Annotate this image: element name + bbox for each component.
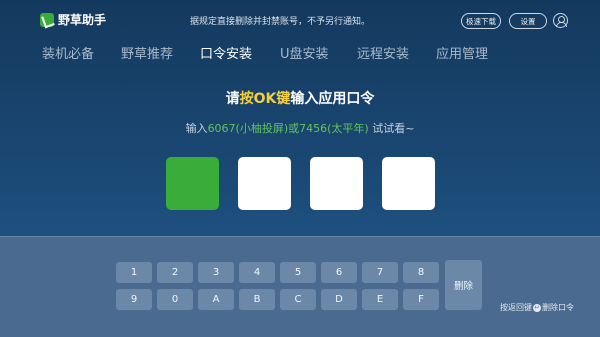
keypad: 1 2 3 4 5 6 7 8 9 0 A B C D E F 删除 按返回键 ↩… (0, 236, 600, 337)
page-title: 请按OK键输入应用口令 (0, 88, 600, 108)
back-hint-suffix: 删除口令 (542, 303, 574, 312)
key-b[interactable]: B (239, 289, 275, 310)
nav-item-app-manage[interactable]: 应用管理 (436, 43, 488, 62)
code-slot-1 (166, 157, 219, 210)
download-button[interactable]: 极速下载 (461, 13, 501, 29)
code-slot-2 (238, 157, 291, 210)
main-nav: 装机必备 野草推荐 口令安装 U盘安装 远程安装 应用管理 (0, 43, 600, 63)
input-hint: 输入6067(小柚投屏)或7456(太平年) 试试看~ (0, 120, 600, 136)
nav-item-recommend[interactable]: 野草推荐 (121, 43, 173, 62)
hint-example: 6067(小柚投屏)或7456(太平年) (207, 122, 369, 135)
top-bar: 野草助手 据规定直接删除并封禁账号，不予另行通知。 极速下载 设置 (0, 0, 600, 40)
key-7[interactable]: 7 (362, 262, 398, 283)
hint-suffix: 试试看~ (368, 122, 415, 135)
title-highlight: 按OK键 (239, 91, 291, 107)
nav-item-usb-install[interactable]: U盘安装 (280, 43, 329, 62)
key-a[interactable]: A (198, 289, 234, 310)
key-1[interactable]: 1 (116, 262, 152, 283)
hint-prefix: 输入 (185, 122, 208, 135)
key-c[interactable]: C (280, 289, 316, 310)
back-hint-prefix: 按返回键 (500, 303, 532, 312)
nav-item-code-install[interactable]: 口令安装 (200, 43, 252, 62)
user-icon[interactable] (553, 13, 568, 28)
key-d[interactable]: D (321, 289, 357, 310)
key-6[interactable]: 6 (321, 262, 357, 283)
title-prefix: 请 (225, 91, 240, 107)
nav-item-essentials[interactable]: 装机必备 (42, 43, 94, 62)
app-logo: 野草助手 (40, 11, 106, 28)
key-5[interactable]: 5 (280, 262, 316, 283)
title-suffix: 输入应用口令 (290, 91, 375, 107)
nav-item-remote-install[interactable]: 远程安装 (357, 43, 409, 62)
settings-button[interactable]: 设置 (509, 13, 547, 29)
code-slot-4 (382, 157, 435, 210)
back-key-hint: 按返回键 ↩ 删除口令 (500, 302, 574, 313)
code-slot-3 (310, 157, 363, 210)
key-2[interactable]: 2 (157, 262, 193, 283)
key-e[interactable]: E (362, 289, 398, 310)
key-4[interactable]: 4 (239, 262, 275, 283)
key-8[interactable]: 8 (403, 262, 439, 283)
back-key-icon: ↩ (533, 303, 541, 312)
grass-logo-icon (40, 12, 54, 27)
app-name: 野草助手 (58, 13, 107, 27)
key-3[interactable]: 3 (198, 262, 234, 283)
delete-button[interactable]: 删除 (445, 260, 482, 310)
key-f[interactable]: F (403, 289, 439, 310)
key-9[interactable]: 9 (116, 289, 152, 310)
notice-text: 据规定直接删除并封禁账号，不予另行通知。 (190, 17, 371, 27)
key-0[interactable]: 0 (157, 289, 193, 310)
